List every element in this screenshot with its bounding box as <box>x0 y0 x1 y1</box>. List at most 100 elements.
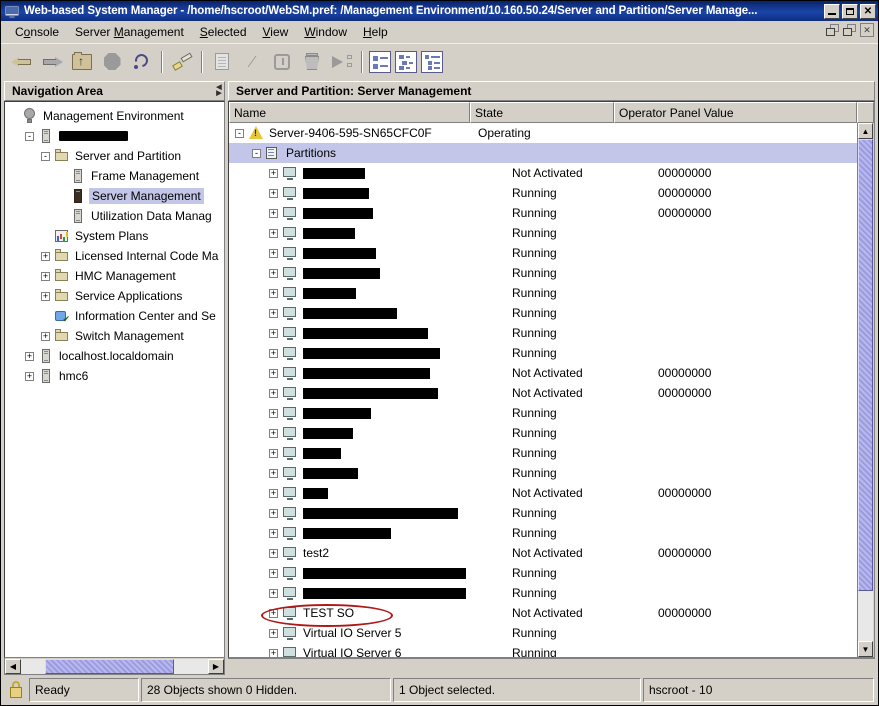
nav-tree-item-system-plans[interactable]: System Plans <box>5 226 224 246</box>
expand-icon[interactable]: + <box>269 528 278 538</box>
table-row[interactable]: + Not Activated 00000000 <box>229 163 857 183</box>
minimize-button[interactable] <box>824 3 840 19</box>
expand-icon[interactable]: + <box>269 648 278 657</box>
column-header-operator-panel-value[interactable]: Operator Panel Value <box>614 102 857 123</box>
table-row[interactable]: + Running <box>229 463 857 483</box>
activate-button[interactable] <box>327 47 357 77</box>
table-row[interactable]: + Virtual IO Server 6 Running <box>229 643 857 657</box>
expand-icon[interactable]: + <box>269 548 278 558</box>
nav-tree-item-service-applications[interactable]: + Service Applications <box>5 286 224 306</box>
console-properties-button[interactable] <box>167 47 197 77</box>
mdi-restore-button[interactable] <box>826 23 840 37</box>
table-row[interactable]: + Running <box>229 223 857 243</box>
table-row[interactable]: + Virtual IO Server 5 Running <box>229 623 857 643</box>
view-large-icons-button[interactable] <box>369 50 391 73</box>
close-button[interactable]: ✕ <box>860 3 876 19</box>
expand-icon[interactable]: + <box>269 308 278 318</box>
expand-icon[interactable]: + <box>269 628 278 638</box>
table-row[interactable]: + test2 Not Activated 00000000 <box>229 543 857 563</box>
table-row[interactable]: + Running <box>229 583 857 603</box>
expand-icon[interactable]: + <box>269 468 278 478</box>
menu-window[interactable]: Window <box>296 23 355 41</box>
navigation-tree-body[interactable]: Management Environment - - Server and Parti… <box>4 101 225 658</box>
table-row[interactable]: + Running <box>229 443 857 463</box>
nav-tree-item-management-environment[interactable]: Management Environment <box>5 106 224 126</box>
expand-icon[interactable]: + <box>25 371 34 381</box>
collapse-icon[interactable]: - <box>252 148 261 158</box>
pane-splitter-handle[interactable]: ◀ ▶ <box>214 82 224 100</box>
nav-tree-item-server-and-partition[interactable]: - Server and Partition <box>5 146 224 166</box>
reload-button[interactable] <box>127 47 157 77</box>
expand-icon[interactable]: + <box>41 291 50 301</box>
nav-tree-item-hmc-management[interactable]: + HMC Management <box>5 266 224 286</box>
nav-tree-item-switch-management[interactable]: + Switch Management <box>5 326 224 346</box>
expand-icon[interactable]: + <box>269 448 278 458</box>
scroll-up-button[interactable]: ▲ <box>858 123 873 139</box>
expand-icon[interactable]: + <box>25 351 34 361</box>
expand-icon[interactable]: + <box>269 588 278 598</box>
table-vscroll-track[interactable] <box>858 139 873 641</box>
nav-tree-item-licensed-internal-code-ma[interactable]: + Licensed Internal Code Ma <box>5 246 224 266</box>
expand-icon[interactable]: + <box>269 168 278 178</box>
expand-icon[interactable]: + <box>269 368 278 378</box>
table-row[interactable]: + Running <box>229 343 857 363</box>
table-row[interactable]: + Running <box>229 263 857 283</box>
expand-icon[interactable]: + <box>269 348 278 358</box>
nav-tree-item-localhost-localdomain[interactable]: + localhost.localdomain <box>5 346 224 366</box>
scroll-left-button[interactable]: ◀ <box>5 658 21 674</box>
collapse-icon[interactable]: - <box>235 128 244 138</box>
power-button[interactable] <box>267 47 297 77</box>
table-row[interactable]: + Running 00000000 <box>229 203 857 223</box>
table-row[interactable]: + Running <box>229 303 857 323</box>
up-one-level-button[interactable] <box>67 47 97 77</box>
table-row[interactable]: + Running <box>229 403 857 423</box>
menu-view[interactable]: View <box>255 23 297 41</box>
expand-icon[interactable]: + <box>269 228 278 238</box>
nav-tree-item-frame-management[interactable]: Frame Management <box>5 166 224 186</box>
table-row[interactable]: + Running <box>229 503 857 523</box>
nav-hscroll-track[interactable] <box>21 658 208 674</box>
expand-icon[interactable]: + <box>269 428 278 438</box>
table-row[interactable]: + Running <box>229 243 857 263</box>
expand-icon[interactable]: + <box>269 508 278 518</box>
nav-tree-item-information-center-and-se[interactable]: Information Center and Se <box>5 306 224 326</box>
scroll-down-button[interactable]: ▼ <box>858 641 873 657</box>
table-horizontal-scrollbar[interactable] <box>228 658 875 675</box>
maximize-button[interactable] <box>842 3 858 19</box>
expand-icon[interactable]: + <box>269 388 278 398</box>
expand-icon[interactable]: + <box>269 288 278 298</box>
delete-button[interactable] <box>297 47 327 77</box>
table-row[interactable]: + Not Activated 00000000 <box>229 483 857 503</box>
nav-hscroll-thumb[interactable] <box>45 658 174 674</box>
table-row[interactable]: - Partitions <box>229 143 857 163</box>
expand-icon[interactable]: + <box>269 408 278 418</box>
table-row[interactable]: + Running <box>229 523 857 543</box>
properties-button[interactable] <box>207 47 237 77</box>
expand-icon[interactable]: + <box>269 208 278 218</box>
table-row[interactable]: - Server-9406-595-SN65CFC0F Operating <box>229 123 857 143</box>
table-row[interactable]: + Running 00000000 <box>229 183 857 203</box>
table-row[interactable]: + Running <box>229 423 857 443</box>
mdi-close-button[interactable]: ✕ <box>860 23 874 37</box>
collapse-icon[interactable]: - <box>41 151 50 161</box>
forward-button[interactable] <box>37 47 67 77</box>
mdi-restore-button-2[interactable] <box>843 23 857 37</box>
collapse-icon[interactable]: - <box>25 131 34 141</box>
expand-icon[interactable]: + <box>41 251 50 261</box>
expand-icon[interactable]: + <box>269 488 278 498</box>
expand-icon[interactable]: + <box>41 271 50 281</box>
menu-console[interactable]: Console <box>7 23 67 41</box>
table-row[interactable]: + Not Activated 00000000 <box>229 383 857 403</box>
nav-tree-item-hmc6[interactable]: + hmc6 <box>5 366 224 386</box>
expand-icon[interactable]: + <box>269 248 278 258</box>
table-row[interactable]: + Running <box>229 563 857 583</box>
expand-icon[interactable]: + <box>269 268 278 278</box>
table-vertical-scrollbar[interactable]: ▲ ▼ <box>857 123 874 657</box>
scroll-right-button[interactable]: ▶ <box>208 658 224 674</box>
navigation-horizontal-scrollbar[interactable]: ◀ ▶ <box>4 658 225 675</box>
stop-button[interactable] <box>97 47 127 77</box>
table-vscroll-thumb[interactable] <box>858 139 873 591</box>
view-tree-button[interactable] <box>421 50 443 73</box>
column-header-name[interactable]: Name <box>229 102 470 123</box>
nav-tree-item-utilization-data-manag[interactable]: Utilization Data Manag <box>5 206 224 226</box>
